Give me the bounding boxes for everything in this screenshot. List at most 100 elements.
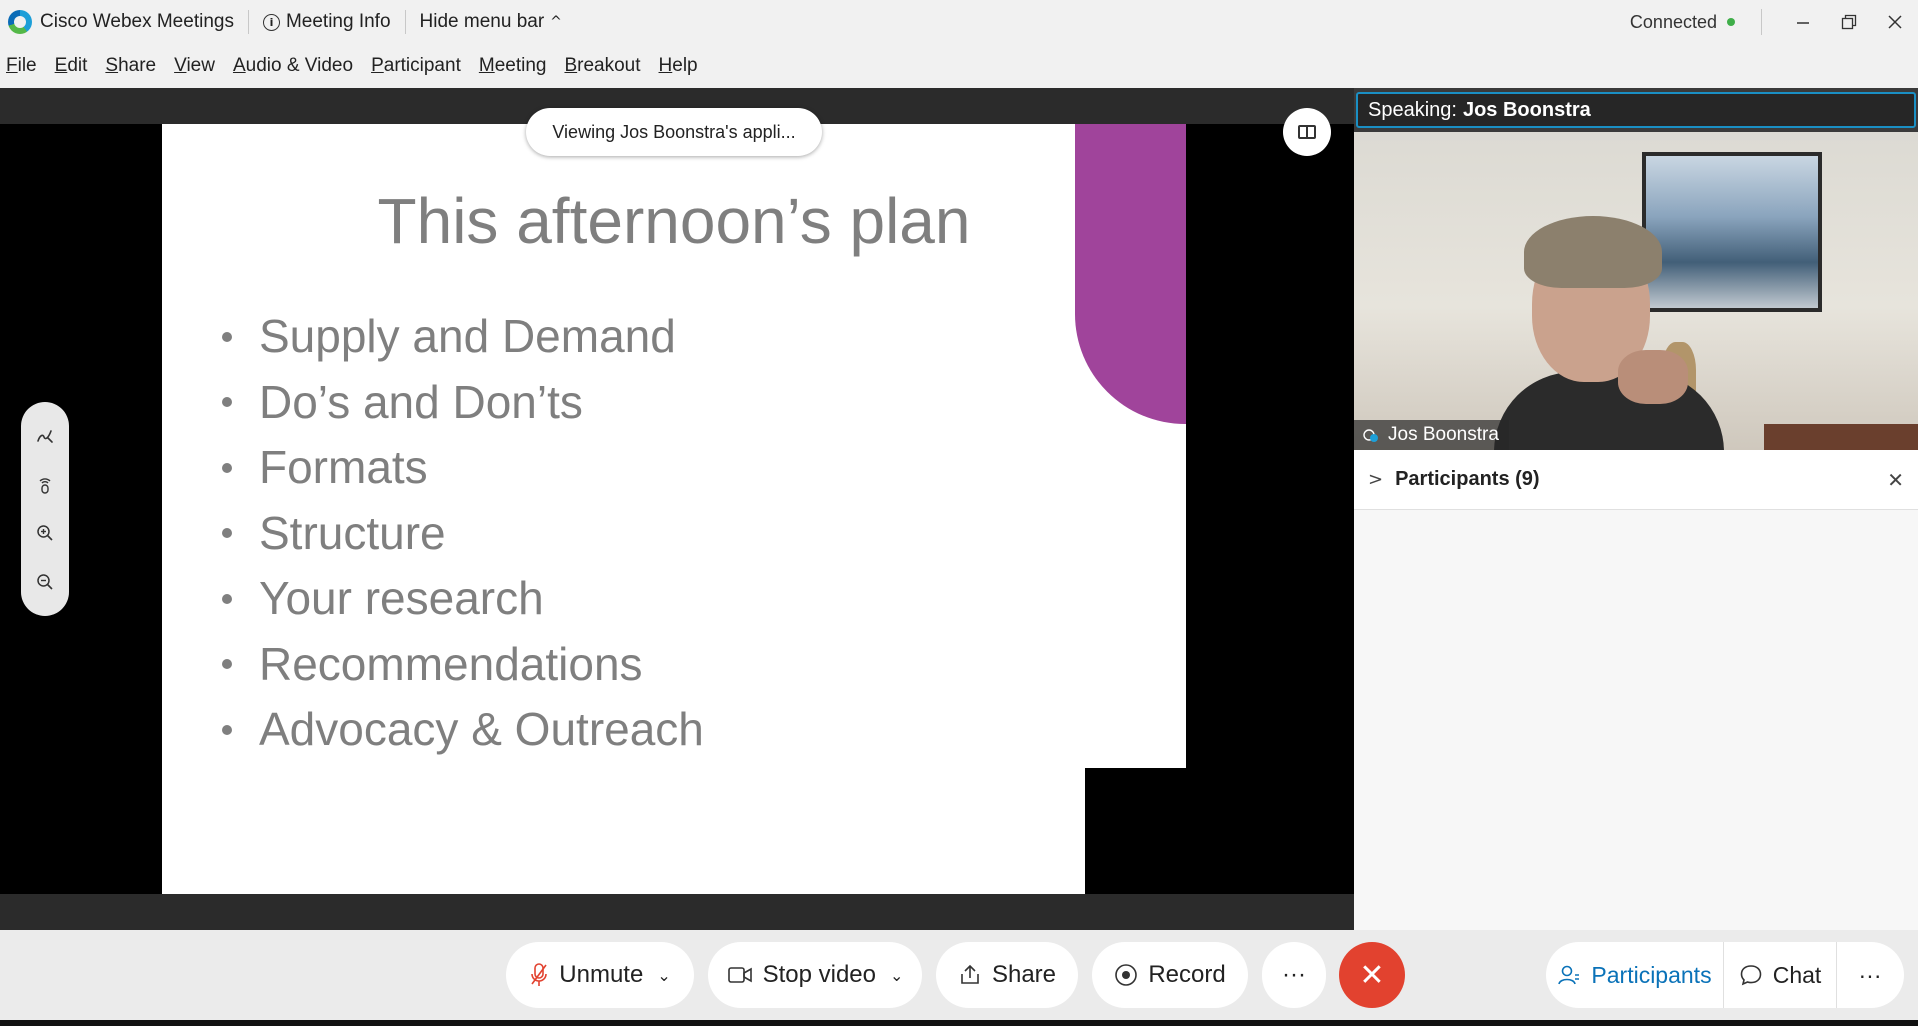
menu-meeting[interactable]: Meeting: [479, 55, 547, 77]
hide-menu-bar-button[interactable]: Hide menu bar ^: [420, 11, 562, 33]
slide-bullet-text: Advocacy & Outreach: [259, 703, 704, 755]
active-speaker-video[interactable]: Speaking: Jos Boonstra Jos Boonstra: [1354, 88, 1918, 450]
slide-bullet-list: Supply and Demand Do’s and Don’ts Format…: [222, 304, 704, 763]
share-bottom-strip: [0, 894, 1354, 930]
connection-status: Connected: [1630, 12, 1735, 33]
shared-content-area[interactable]: This afternoon’s plan Supply and Demand …: [0, 88, 1354, 930]
annotation-toolbar: [21, 402, 69, 616]
slide-bullet: Recommendations: [222, 632, 704, 698]
slide-bullet: Advocacy & Outreach: [222, 697, 704, 763]
slide-accent-shape: [1075, 124, 1186, 424]
participants-panel-title: Participants (9): [1395, 468, 1540, 490]
viewing-banner-label: Viewing Jos Boonstra's appli...: [552, 121, 796, 142]
menu-file[interactable]: File: [6, 55, 37, 77]
menu-help-label: elp: [672, 55, 698, 76]
menu-meeting-label: eeting: [494, 55, 547, 76]
bullet-dot-icon: [222, 397, 232, 408]
bullet-dot-icon: [222, 593, 232, 604]
bullet-dot-icon: [222, 331, 232, 342]
hide-menu-bar-label: Hide menu bar: [419, 11, 545, 32]
slide-bullet: Formats: [222, 435, 704, 501]
more-options-button[interactable]: ···: [1262, 942, 1326, 1008]
menu-participant-mnemonic: P: [371, 55, 384, 76]
record-label: Record: [1148, 961, 1226, 988]
speaking-name: Jos Boonstra: [1462, 98, 1591, 121]
chevron-down-icon[interactable]: ⌄: [657, 966, 670, 985]
stop-video-button[interactable]: Stop video ⌄: [708, 942, 922, 1008]
participants-panel-header[interactable]: > Participants (9) ✕: [1354, 450, 1918, 510]
pointer-icon: [39, 477, 51, 494]
menu-help[interactable]: Help: [659, 55, 698, 77]
menu-view[interactable]: View: [174, 55, 215, 77]
participants-toggle-button[interactable]: Participants: [1546, 942, 1723, 1008]
split-layout-icon: [1298, 125, 1316, 139]
share-label: Share: [991, 961, 1057, 988]
zoom-in-icon: [37, 525, 53, 541]
restore-button[interactable]: [1826, 0, 1872, 44]
share-button[interactable]: Share: [936, 942, 1078, 1008]
title-divider: [404, 10, 406, 34]
menu-bar: File Edit Share View Audio & Video Parti…: [0, 44, 1918, 88]
slide-title: This afternoon’s plan: [377, 185, 971, 257]
webex-logo-icon: [8, 10, 32, 34]
video-name-label: Jos Boonstra: [1388, 424, 1499, 445]
speaker-video-feed: [1354, 132, 1918, 450]
menu-view-mnemonic: V: [174, 55, 187, 76]
menu-edit-label: dit: [67, 55, 88, 76]
layout-toggle-button[interactable]: [1283, 108, 1331, 156]
menu-help-mnemonic: H: [658, 55, 673, 76]
slide-bullet: Supply and Demand: [222, 304, 704, 370]
leave-x-icon: ✕: [1359, 957, 1385, 993]
more-options-icon: ···: [1282, 961, 1306, 988]
chat-toggle-label: Chat: [1772, 961, 1822, 988]
menu-edit-mnemonic: E: [54, 55, 68, 76]
speaking-label: Speaking:: [1368, 98, 1457, 121]
menu-view-label: iew: [186, 55, 215, 76]
slide-bullet-text: Recommendations: [259, 637, 643, 690]
more-panels-button[interactable]: ···: [1837, 942, 1903, 1008]
record-button[interactable]: Record: [1092, 942, 1248, 1008]
status-dot-icon: [1727, 18, 1735, 26]
window-bottom-edge: [0, 1020, 1918, 1026]
minimize-button[interactable]: [1780, 0, 1826, 44]
title-divider: [247, 10, 249, 34]
record-icon: [1115, 964, 1138, 986]
slide-bullet: Do’s and Don’ts: [222, 370, 704, 436]
viewing-banner[interactable]: Viewing Jos Boonstra's appli...: [526, 108, 822, 156]
speaker-hair: [1524, 216, 1662, 288]
chevron-right-icon[interactable]: >: [1368, 469, 1383, 490]
zoom-out-button[interactable]: [31, 568, 59, 596]
restore-icon: [1841, 14, 1857, 30]
close-participants-icon[interactable]: ✕: [1887, 468, 1904, 492]
menu-participant-label: articipant: [383, 55, 461, 76]
chevron-down-icon[interactable]: ⌄: [890, 966, 903, 985]
menu-audio-video[interactable]: Audio & Video: [233, 55, 353, 77]
panel-toggle-group: Participants Chat ···: [1546, 942, 1904, 1008]
zoom-in-button[interactable]: [31, 519, 59, 547]
slide-bullet-text: Do’s and Don’ts: [259, 375, 583, 428]
share-icon: [961, 964, 979, 984]
stop-video-label: Stop video: [762, 961, 876, 988]
slide-bullet-text: Supply and Demand: [259, 310, 676, 362]
right-panel: Speaking: Jos Boonstra Jos Boonstra > Pa…: [1354, 88, 1918, 930]
speaking-indicator: Speaking: Jos Boonstra: [1356, 92, 1916, 128]
slide-bullet: Structure: [222, 501, 704, 567]
menu-share[interactable]: Share: [105, 55, 156, 77]
leave-meeting-button[interactable]: ✕: [1339, 942, 1405, 1008]
menu-breakout[interactable]: Breakout: [564, 55, 640, 77]
menu-edit[interactable]: Edit: [55, 55, 88, 77]
pen-icon: [37, 430, 53, 444]
unmute-button[interactable]: Unmute ⌄: [506, 942, 694, 1008]
menu-audio-video-mnemonic: A: [232, 55, 246, 76]
close-window-button[interactable]: [1872, 0, 1918, 44]
meeting-info-button[interactable]: i Meeting Info: [262, 11, 391, 33]
slide-bullet-text: Formats: [259, 441, 428, 493]
minimize-icon: [1797, 22, 1809, 24]
menu-participant[interactable]: Participant: [371, 55, 461, 77]
participants-icon: [1558, 965, 1580, 985]
chat-toggle-button[interactable]: Chat: [1724, 942, 1836, 1008]
participants-toggle-label: Participants: [1591, 961, 1712, 988]
annotate-pen-button[interactable]: [31, 422, 59, 450]
speaker-hand: [1618, 350, 1688, 404]
remote-control-button[interactable]: [31, 471, 59, 499]
